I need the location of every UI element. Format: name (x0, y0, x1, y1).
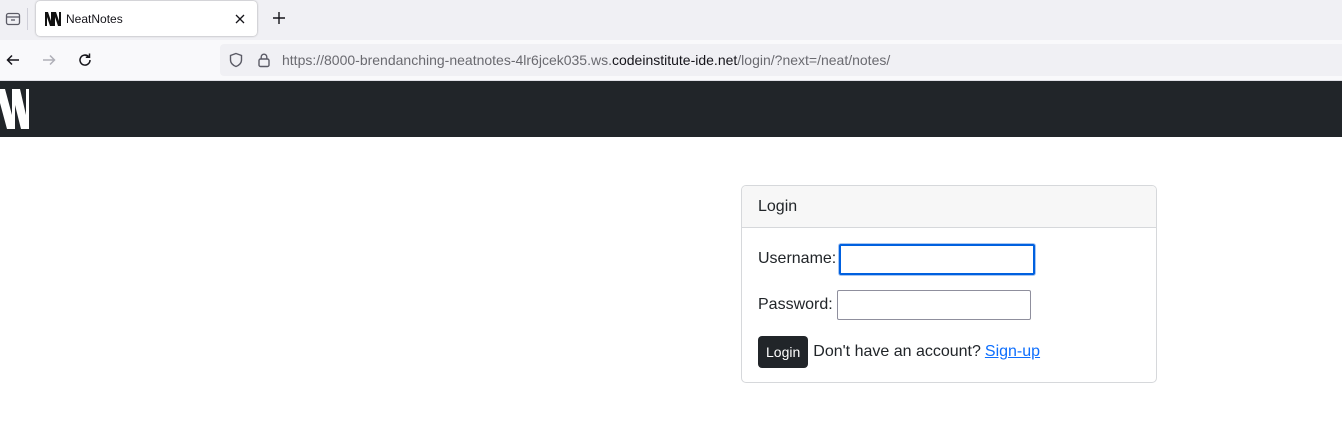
login-form: Username: Password: Login Don't have an … (742, 243, 1156, 368)
username-label: Username: (758, 250, 837, 267)
neatnotes-favicon-icon (45, 11, 61, 27)
url-bar[interactable]: https://8000-brendanching-neatnotes-4lr6… (220, 44, 1342, 76)
login-card: Login Username: Password: Login Don't ha… (741, 185, 1157, 383)
close-tab-icon[interactable] (232, 11, 248, 27)
browser-nav-bar: https://8000-brendanching-neatnotes-4lr6… (0, 40, 1342, 81)
url-text[interactable]: https://8000-brendanching-neatnotes-4lr6… (282, 52, 890, 68)
site-header (0, 81, 1342, 137)
url-domain: codeinstitute-ide.net (611, 52, 738, 68)
browser-tab-strip: NeatNotes (0, 0, 1342, 40)
new-tab-icon[interactable] (268, 7, 290, 29)
password-label: Password: (758, 296, 833, 313)
url-path: /login/?next=/neat/notes/ (737, 52, 891, 68)
reload-icon[interactable] (73, 48, 97, 72)
lock-icon[interactable] (256, 52, 272, 68)
password-row: Password: (758, 290, 1140, 320)
forward-arrow-icon[interactable] (37, 48, 61, 72)
signup-link[interactable]: Sign-up (985, 343, 1040, 361)
tab-separator (27, 8, 28, 30)
signup-prompt: Don't have an account? (813, 343, 981, 360)
tab-overview-icon[interactable] (0, 6, 26, 32)
submit-row: Login Don't have an account? Sign-up (758, 336, 1140, 368)
tracking-protection-shield-icon[interactable] (228, 52, 244, 68)
username-row: Username: (758, 243, 1140, 275)
username-input[interactable] (839, 243, 1036, 275)
password-input[interactable] (836, 290, 1031, 320)
back-arrow-icon[interactable] (1, 48, 25, 72)
login-button[interactable]: Login (758, 336, 809, 368)
neatnotes-logo-icon[interactable] (0, 89, 30, 129)
browser-tab-active[interactable]: NeatNotes (36, 1, 257, 36)
login-card-header: Login (742, 186, 1156, 228)
tab-title: NeatNotes (66, 11, 123, 26)
url-prefix: https://8000-brendanching-neatnotes-4lr6… (282, 52, 612, 68)
